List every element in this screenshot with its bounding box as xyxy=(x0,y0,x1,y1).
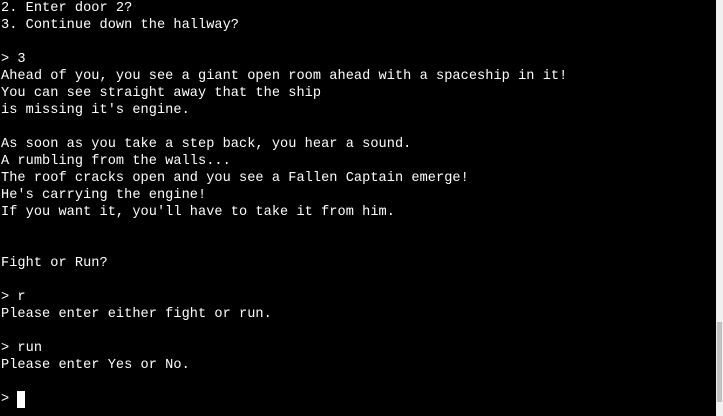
terminal-line: He's carrying the engine! xyxy=(1,188,207,203)
terminal-line: You can see straight away that the ship xyxy=(1,86,322,101)
terminal-line: Please enter Yes or No. xyxy=(1,358,190,373)
terminal-line: Ahead of you, you see a giant open room … xyxy=(1,69,568,84)
text-cursor xyxy=(17,391,26,408)
vertical-scrollbar[interactable] xyxy=(716,0,723,416)
terminal-line: 3. Continue down the hallway? xyxy=(1,18,240,33)
terminal-line: Please enter either fight or run. xyxy=(1,307,272,322)
prompt-symbol: > xyxy=(1,392,10,407)
terminal-line: The roof cracks open and you see a Falle… xyxy=(1,171,469,186)
terminal-input-line[interactable]: > xyxy=(1,391,26,408)
terminal-line: > r xyxy=(1,290,26,305)
terminal-window[interactable]: 2. Enter door 2? 3. Continue down the ha… xyxy=(0,0,716,416)
terminal-line: is missing it's engine. xyxy=(1,103,190,118)
scrollbar-thumb[interactable] xyxy=(717,322,722,402)
terminal-line: > run xyxy=(1,341,43,356)
terminal-line: As soon as you take a step back, you hea… xyxy=(1,137,412,152)
terminal-line: > 3 xyxy=(1,52,26,67)
terminal-line: 2. Enter door 2? xyxy=(1,1,133,16)
terminal-line: If you want it, you'll have to take it f… xyxy=(1,205,395,220)
terminal-line: Fight or Run? xyxy=(1,256,108,271)
terminal-line: A rumbling from the walls... xyxy=(1,154,231,169)
terminal-output: 2. Enter door 2? 3. Continue down the ha… xyxy=(1,0,567,374)
